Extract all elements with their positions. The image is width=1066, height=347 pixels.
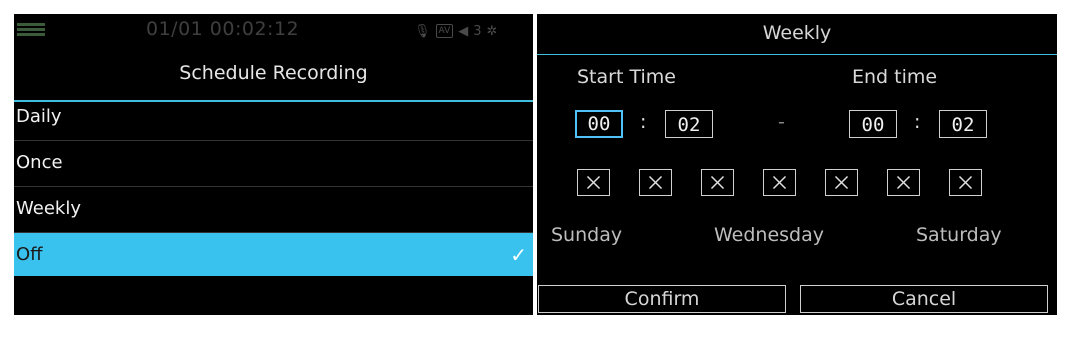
av-icon: AV [435,24,454,38]
schedule-recording-panel: 01/01 00:02:12 🎙 AV ◀ 3 ✲ Schedule Recor… [14,14,533,315]
day-checkbox-wednesday[interactable] [763,169,796,196]
settings-icon: ✲ [486,23,498,39]
status-bar: 01/01 00:02:12 🎙 AV ◀ 3 ✲ [14,14,533,47]
end-hour-input[interactable]: 00 [849,110,897,138]
option-label: Once [16,152,63,173]
day-checkbox-sunday[interactable] [577,169,610,196]
menu-icon [17,21,45,39]
option-off[interactable]: Off ✓ [14,233,533,276]
checkmark-icon: ✓ [510,243,527,267]
day-checkbox-thursday[interactable] [825,169,858,196]
day-label-wednesday: Wednesday [714,224,825,246]
option-label: Weekly [16,198,81,219]
x-icon [648,175,663,190]
x-icon [772,175,787,190]
cancel-button[interactable]: Cancel [800,285,1048,313]
start-time-label: Start Time [577,66,676,88]
day-checkbox-saturday[interactable] [949,169,982,196]
option-weekly[interactable]: Weekly [14,187,533,230]
end-time-colon: : [914,111,921,133]
option-daily[interactable]: Daily [14,95,533,138]
volume-level: 3 [473,23,482,39]
speaker-icon: ◀ [458,23,469,39]
start-time-colon: : [640,111,647,133]
status-icons: 🎙 AV ◀ 3 ✲ [414,21,497,41]
day-checkbox-tuesday[interactable] [701,169,734,196]
weekly-dialog: Weekly Start Time End time 00 : 02 - 00 … [537,14,1057,315]
start-hour-input[interactable]: 00 [575,110,623,138]
x-icon [710,175,725,190]
range-dash: - [778,111,785,133]
day-checkbox-monday[interactable] [639,169,672,196]
dialog-title: Weekly [762,22,832,44]
option-label: Off [16,244,43,265]
start-minute-input[interactable]: 02 [665,110,713,138]
day-checkbox-friday[interactable] [887,169,920,196]
status-time: 01/01 00:02:12 [146,18,300,40]
x-icon [834,175,849,190]
end-time-label: End time [852,66,938,88]
x-icon [586,175,601,190]
day-label-sunday: Sunday [551,224,623,246]
end-minute-input[interactable]: 02 [939,110,987,138]
dialog-title-divider [537,54,1057,55]
day-label-saturday: Saturday [916,224,1002,246]
option-label: Daily [16,106,62,127]
x-icon [958,175,973,190]
confirm-button[interactable]: Confirm [538,285,786,313]
option-once[interactable]: Once [14,141,533,184]
microphone-icon: 🎙 [414,23,431,39]
panel-title: Schedule Recording [179,62,368,84]
x-icon [896,175,911,190]
